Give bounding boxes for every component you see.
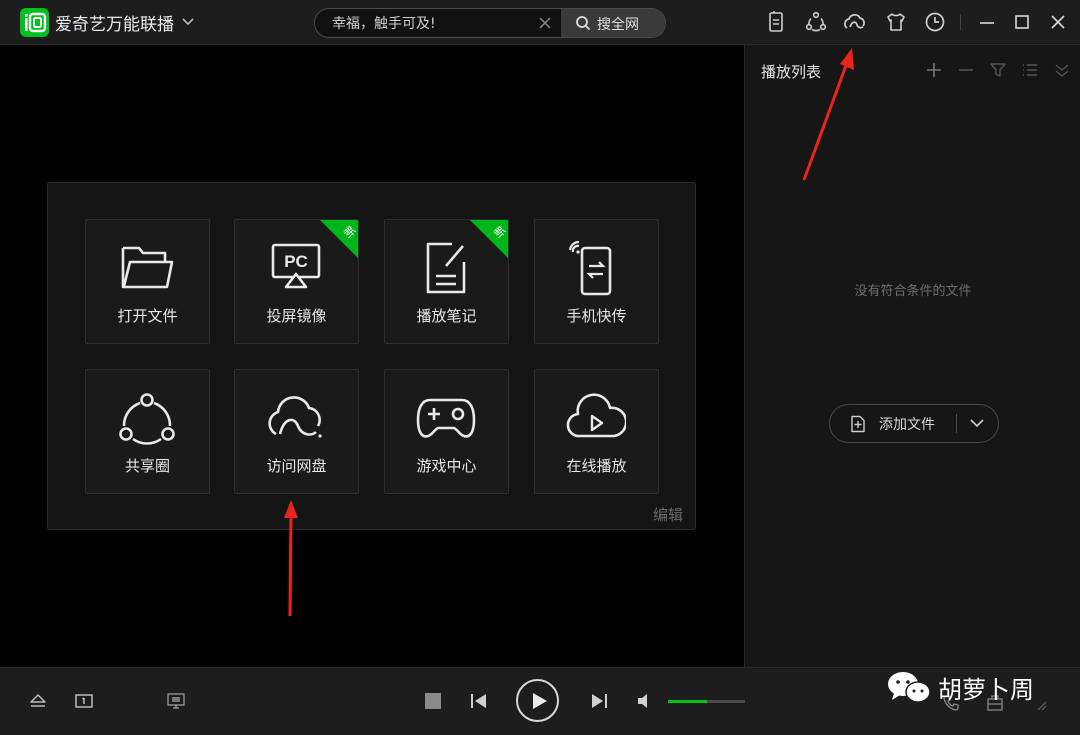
single-loop-icon[interactable]	[74, 693, 94, 709]
play-button[interactable]	[516, 679, 559, 722]
next-icon[interactable]	[590, 692, 608, 710]
volume-level	[668, 700, 707, 703]
add-file-control: 添加文件	[829, 404, 999, 443]
tile-phone-transfer[interactable]: 手机快传	[534, 219, 659, 344]
tile-game-center[interactable]: 游戏中心	[384, 369, 509, 494]
screen-settings-icon[interactable]	[166, 692, 186, 710]
app-logo-icon	[20, 8, 49, 37]
stop-icon[interactable]	[424, 692, 442, 710]
eject-icon[interactable]	[28, 692, 48, 710]
search-icon	[576, 16, 591, 31]
phone-transfer-icon	[568, 240, 612, 296]
add-file-dropdown[interactable]	[957, 405, 997, 442]
playlist-empty-text: 没有符合条件的文件	[854, 284, 972, 299]
title-bar: 爱奇艺万能联播 搜全网	[0, 0, 1080, 45]
tile-share-circle[interactable]: 共享圈	[85, 369, 210, 494]
search-button[interactable]: 搜全网	[561, 9, 665, 37]
remove-icon[interactable]	[957, 61, 975, 79]
tile-play-notes[interactable]: 新 播放笔记	[384, 219, 509, 344]
previous-icon[interactable]	[470, 692, 488, 710]
note-icon	[426, 242, 466, 294]
tile-label: 访问网盘	[266, 457, 327, 475]
filter-icon[interactable]	[989, 61, 1007, 79]
cloud-drive-icon	[268, 396, 322, 438]
tile-label: 手机快传	[566, 307, 627, 325]
search-input[interactable]	[315, 9, 560, 37]
chevron-down-icon[interactable]	[181, 12, 195, 32]
quick-access-panel: 打开文件 PC 新 投屏镜像 新 播放笔记 手机快传 共享圈 访问网盘 游戏中心…	[47, 182, 696, 530]
tile-open-file[interactable]: 打开文件	[85, 219, 210, 344]
tile-screen-mirror[interactable]: PC 新 投屏镜像	[234, 219, 359, 344]
chevron-down-icon	[970, 419, 984, 428]
tile-online-play[interactable]: 在线播放	[534, 369, 659, 494]
add-file-button[interactable]: 添加文件	[830, 405, 956, 442]
playlist-title: 播放列表	[761, 63, 822, 81]
collapse-icon[interactable]	[1053, 61, 1071, 79]
play-icon	[533, 693, 547, 709]
minimize-icon[interactable]	[975, 10, 999, 34]
gamepad-icon	[416, 398, 476, 438]
history-icon[interactable]	[923, 10, 947, 34]
cloud-icon[interactable]	[843, 10, 867, 34]
volume-slider[interactable]	[668, 700, 745, 703]
tile-cloud-drive[interactable]: 访问网盘	[234, 369, 359, 494]
tile-label: 投屏镜像	[266, 307, 327, 325]
folder-icon	[121, 246, 174, 289]
svg-text:PC: PC	[284, 252, 308, 271]
tile-label: 在线播放	[566, 457, 627, 475]
add-file-icon	[851, 415, 865, 433]
close-icon[interactable]	[1046, 10, 1070, 34]
clear-icon[interactable]	[537, 15, 553, 31]
search-button-label: 搜全网	[597, 17, 639, 33]
pc-cast-icon: PC	[271, 243, 321, 289]
add-icon[interactable]	[925, 61, 943, 79]
tile-label: 共享圈	[124, 457, 170, 475]
volume-icon[interactable]	[636, 692, 654, 710]
share-icon[interactable]	[804, 10, 828, 34]
list-view-icon[interactable]	[1021, 61, 1039, 79]
search-box: 搜全网	[314, 8, 666, 38]
toolbar-divider	[960, 14, 961, 30]
panel-edit-link[interactable]: 编辑	[653, 504, 683, 525]
cloud-play-icon	[566, 393, 626, 438]
playlist-panel: 播放列表 没有符合条件的文件 添加文件	[744, 45, 1080, 667]
app-title[interactable]: 爱奇艺万能联播	[55, 10, 174, 35]
share-circle-icon	[119, 393, 175, 445]
watermark-text: 胡萝卜周	[938, 676, 1034, 704]
tile-label: 游戏中心	[416, 457, 477, 475]
maximize-icon[interactable]	[1010, 10, 1034, 34]
phone-sync-icon[interactable]	[764, 10, 788, 34]
tile-label: 打开文件	[117, 307, 178, 325]
wechat-logo-icon	[888, 672, 931, 703]
add-file-label: 添加文件	[879, 417, 935, 433]
watermark: 胡萝卜周	[886, 670, 1056, 704]
tile-label: 播放笔记	[416, 307, 477, 325]
skin-icon[interactable]	[884, 10, 908, 34]
